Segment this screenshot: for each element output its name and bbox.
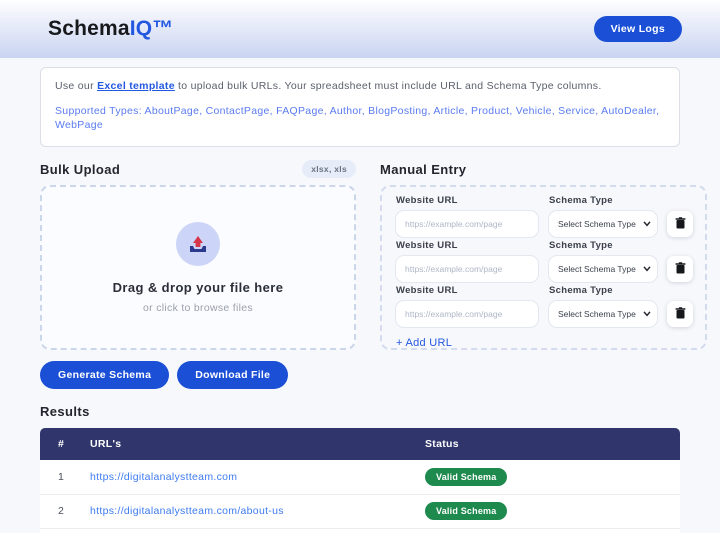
row-index: 2 — [58, 505, 65, 518]
template-instructions: Use our Excel template to upload bulk UR… — [55, 79, 665, 94]
table-header-row: # URL's Status — [40, 428, 680, 461]
table-row: 1 https://digitalanalystteam.com Valid S… — [40, 460, 680, 495]
table-row: 3 https://digitalanalystteam.com/contact… — [40, 529, 680, 533]
website-url-label: Website URL — [396, 240, 458, 252]
trash-icon — [675, 306, 686, 322]
manual-entry-row: Website URL Schema Type Select Schema Ty… — [395, 193, 693, 239]
website-url-label: Website URL — [396, 195, 458, 207]
excel-template-link[interactable]: Excel template — [97, 80, 175, 92]
website-url-input-1[interactable] — [395, 210, 539, 239]
instructions-prefix: Use our — [55, 80, 98, 92]
schema-type-select-1[interactable]: Select Schema Type — [548, 210, 658, 239]
manual-entry-box: Website URL Schema Type Select Schema Ty… — [380, 185, 707, 351]
brand-iq-text: IQ™ — [129, 17, 174, 40]
add-url-button[interactable]: + Add URL — [396, 337, 452, 349]
results-title: Results — [40, 404, 90, 420]
schema-type-label: Schema Type — [549, 195, 613, 207]
upload-icon — [176, 221, 220, 266]
schema-type-select-3[interactable]: Select Schema Type — [548, 300, 658, 329]
dropzone-subtitle: or click to browse files — [143, 301, 253, 314]
bulk-upload-title: Bulk Upload — [40, 161, 121, 177]
schema-type-select-2[interactable]: Select Schema Type — [548, 255, 658, 284]
table-row: 2 https://digitalanalystteam.com/about-u… — [40, 494, 680, 530]
file-types-badge: xlsx, xls — [302, 160, 356, 179]
schema-type-label: Schema Type — [549, 240, 613, 252]
delete-row-button-3[interactable] — [667, 301, 693, 328]
info-banner: Use our Excel template to upload bulk UR… — [40, 67, 680, 148]
delete-row-button-2[interactable] — [667, 256, 693, 283]
manual-entry-section: Manual Entry Website URL Schema Type — [380, 160, 707, 351]
app-header: SchemaIQ™ View Logs — [0, 0, 720, 58]
result-url-link[interactable]: https://digitalanalystteam.com — [90, 471, 237, 483]
bulk-upload-section: Bulk Upload xlsx, xls Drag & drop your f… — [40, 160, 356, 351]
instructions-suffix: to upload bulk URLs. Your spreadsheet mu… — [174, 80, 602, 92]
view-logs-button[interactable]: View Logs — [593, 16, 682, 42]
brand-schema-text: Schema — [48, 17, 130, 40]
dropzone-title: Drag & drop your file here — [112, 279, 284, 295]
website-url-input-2[interactable] — [395, 255, 539, 284]
file-dropzone[interactable]: Drag & drop your file here or click to b… — [40, 185, 356, 351]
manual-entry-row: Website URL Schema Type Select Schema Ty… — [395, 238, 693, 284]
main-content: Use our Excel template to upload bulk UR… — [0, 58, 720, 533]
manual-entry-row: Website URL Schema Type Select Schema Ty… — [395, 283, 693, 329]
trash-icon — [675, 216, 686, 232]
download-file-button[interactable]: Download File — [177, 361, 289, 390]
result-url-link[interactable]: https://digitalanalystteam.com/about-us — [90, 505, 284, 517]
website-url-input-3[interactable] — [395, 300, 539, 329]
delete-row-button-1[interactable] — [667, 211, 693, 238]
column-header-index: # — [58, 438, 65, 451]
generate-schema-button[interactable]: Generate Schema — [40, 361, 170, 390]
column-header-status: Status — [425, 438, 459, 451]
schema-type-label: Schema Type — [549, 285, 613, 297]
status-badge: Valid Schema — [425, 467, 508, 486]
website-url-label: Website URL — [396, 285, 458, 297]
results-table: # URL's Status 1 https://digitalanalystt… — [40, 428, 680, 533]
row-index: 1 — [58, 470, 65, 483]
trash-icon — [675, 261, 686, 277]
status-badge: Valid Schema — [425, 502, 508, 521]
manual-entry-title: Manual Entry — [380, 161, 467, 177]
supported-types-text: Supported Types: AboutPage, ContactPage,… — [55, 104, 660, 132]
app-logo: SchemaIQ™ — [48, 17, 174, 41]
column-header-urls: URL's — [90, 438, 122, 451]
